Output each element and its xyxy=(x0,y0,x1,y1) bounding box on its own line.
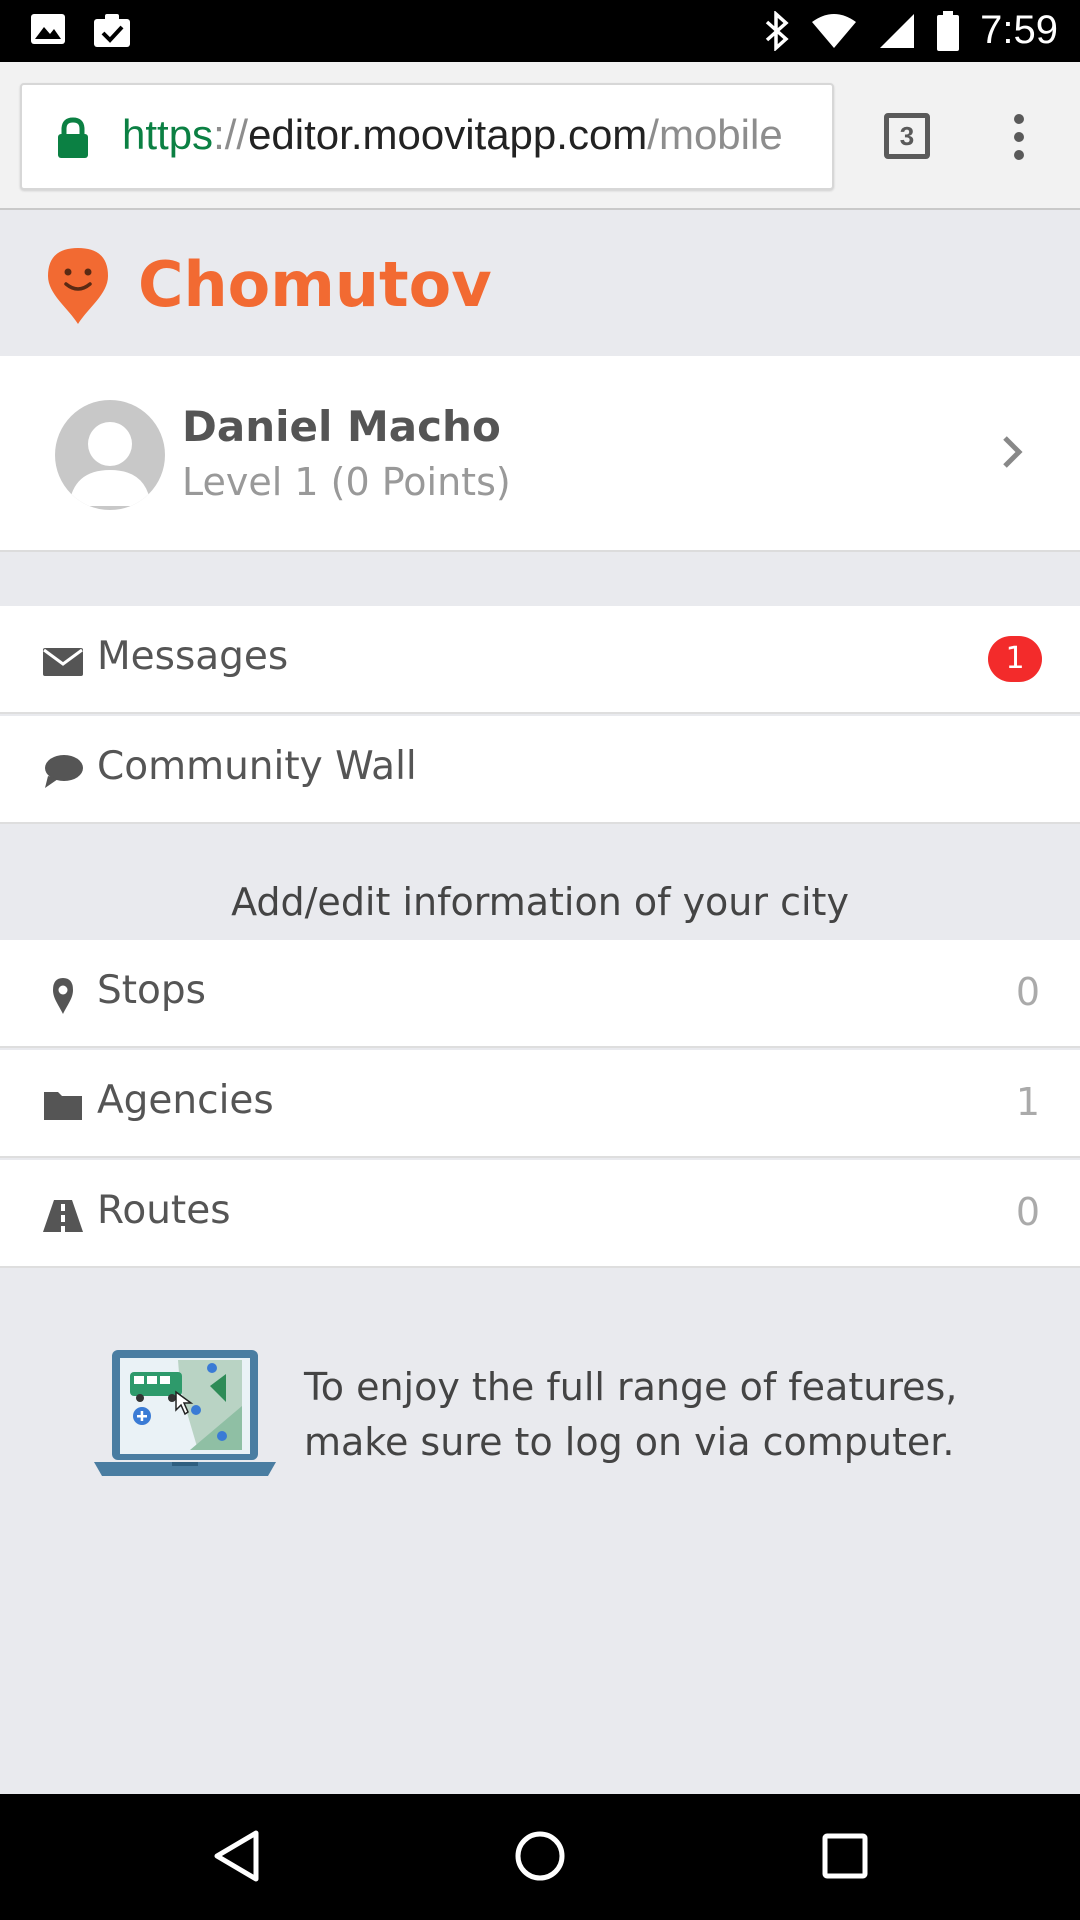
agencies-label: Agencies xyxy=(97,1078,274,1123)
speech-bubble-icon xyxy=(45,755,83,788)
stops-label: Stops xyxy=(97,968,206,1013)
url-path: /mobile xyxy=(647,111,783,158)
overflow-menu-icon[interactable] xyxy=(1010,114,1028,162)
agencies-count: 1 xyxy=(1015,1080,1040,1124)
back-icon[interactable] xyxy=(212,1828,262,1884)
city-header: Chomutov xyxy=(0,212,1080,356)
routes-label: Routes xyxy=(97,1188,231,1233)
lock-icon xyxy=(58,117,88,158)
folder-icon xyxy=(44,1092,82,1120)
status-bar: 7:59 xyxy=(0,0,1080,62)
promo-text: To enjoy the full range of features, mak… xyxy=(304,1365,958,1464)
url-host: editor.moovitapp.com xyxy=(248,111,648,158)
edit-item-routes[interactable]: Routes 0 xyxy=(0,1160,1080,1268)
messages-label: Messages xyxy=(97,634,289,679)
wifi-icon xyxy=(812,13,857,48)
recents-icon[interactable] xyxy=(820,1828,870,1884)
avatar xyxy=(55,400,165,510)
laptop-map-illustration xyxy=(94,1350,276,1476)
messages-badge: 1 xyxy=(988,636,1042,682)
profile-row[interactable]: Daniel Macho Level 1 (0 Points) xyxy=(0,356,1080,552)
tab-switcher-button[interactable]: 3 xyxy=(884,113,930,159)
navigation-bar xyxy=(0,1794,1080,1920)
home-icon[interactable] xyxy=(514,1828,566,1884)
clock: 7:59 xyxy=(980,8,1058,52)
profile-name: Daniel Macho xyxy=(182,402,501,451)
map-marker-icon xyxy=(53,978,73,1014)
signal-icon xyxy=(880,13,915,48)
moovit-logo-icon xyxy=(48,248,108,324)
menu-item-community-wall[interactable]: Community Wall xyxy=(0,716,1080,824)
url-text[interactable]: https://editor.moovitapp.com/mobile xyxy=(122,111,822,159)
profile-level: Level 1 (0 Points) xyxy=(182,460,511,504)
road-icon xyxy=(43,1200,83,1232)
url-bar[interactable]: https://editor.moovitapp.com/mobile xyxy=(20,83,834,190)
edit-section-title: Add/edit information of your city xyxy=(231,880,849,924)
bluetooth-icon xyxy=(765,10,789,51)
battery-icon xyxy=(937,10,960,51)
routes-count: 0 xyxy=(1015,1190,1040,1234)
envelope-icon xyxy=(43,648,83,676)
browser-toolbar: https://editor.moovitapp.com/mobile 3 xyxy=(0,62,1080,210)
url-separator: :// xyxy=(213,111,249,158)
image-icon xyxy=(31,14,65,44)
stops-count: 0 xyxy=(1015,970,1040,1014)
community-wall-label: Community Wall xyxy=(97,744,417,789)
edit-item-agencies[interactable]: Agencies 1 xyxy=(0,1050,1080,1158)
edit-item-stops[interactable]: Stops 0 xyxy=(0,940,1080,1048)
url-scheme: https xyxy=(122,111,214,158)
clipboard-check-icon xyxy=(94,14,130,47)
menu-item-messages[interactable]: Messages 1 xyxy=(0,606,1080,714)
chevron-right-icon xyxy=(1003,436,1023,468)
city-title: Chomutov xyxy=(138,248,492,321)
